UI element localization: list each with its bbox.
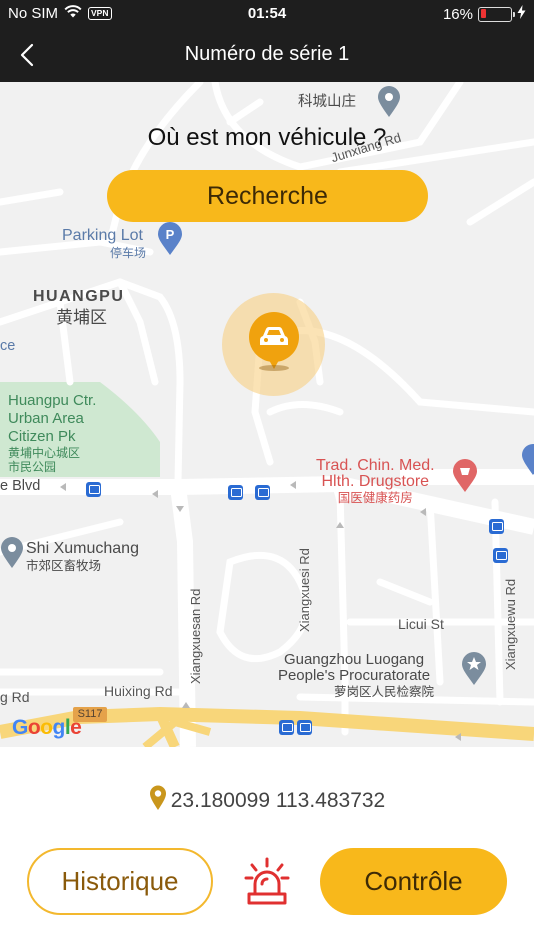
- map-heading: Où est mon véhicule ?: [147, 124, 387, 151]
- battery-icon: [478, 6, 515, 22]
- bus-stop-icon: [255, 485, 270, 500]
- map-pin-icon: [149, 785, 167, 817]
- vehicle-marker[interactable]: [222, 293, 325, 396]
- map-label-shixu-cn: 市郊区畜牧场: [26, 559, 102, 573]
- landmark-pin-icon: [461, 652, 487, 691]
- edge-pin-icon: [521, 444, 534, 481]
- bus-stop-icon: [493, 548, 508, 563]
- map-view[interactable]: 科城山庄 Junxiang Rd Où est mon véhicule ? R…: [0, 82, 534, 747]
- bus-stop-icon: [86, 482, 101, 497]
- map-label-xiangxuesan: Xiangxuesan Rd: [188, 588, 203, 684]
- bus-stop-icon: [228, 485, 243, 500]
- map-label-xiangxuesi: Xiangxuesi Rd: [297, 548, 312, 632]
- coordinates-text: 23.180099 113.483732: [170, 789, 386, 812]
- map-label-huangpu: HUANGPU: [33, 288, 125, 305]
- map-label-xiangxuewu: Xiangxuewu Rd: [503, 578, 518, 670]
- nav-bar: Numéro de série 1: [0, 28, 534, 82]
- charging-icon: [517, 5, 526, 23]
- poi-pin-icon: [0, 537, 24, 574]
- search-button[interactable]: Recherche: [107, 170, 428, 222]
- status-bar: No SIM VPN 01:54 16%: [0, 0, 534, 28]
- map-label-huixing: Huixing Rd: [104, 683, 173, 699]
- map-label-procuratorate: Guangzhou Luogang People's Procuratorate…: [277, 651, 435, 700]
- map-label-kecheng: 科城山庄: [298, 94, 356, 110]
- battery-percent: 16%: [442, 5, 473, 23]
- page-title: Numéro de série 1: [184, 43, 350, 65]
- svg-text:P: P: [166, 227, 175, 242]
- siren-icon: [244, 857, 290, 905]
- alarm-button[interactable]: [244, 856, 290, 908]
- control-button[interactable]: Contrôle: [320, 848, 507, 915]
- map-label-huangpu-cn: 黄埔区: [56, 308, 107, 327]
- bus-stop-icon: [489, 519, 504, 534]
- map-label-g-rd: g Rd: [0, 689, 30, 705]
- google-logo: Google: [12, 716, 82, 739]
- drugstore-pin-icon: [452, 459, 478, 498]
- bus-stop-icon: [279, 720, 294, 735]
- map-label-tcm: Trad. Chin. Med. Hlth. Drugstore 国医健康药房: [316, 457, 435, 506]
- map-label-parking: Parking Lot: [62, 227, 143, 244]
- map-label-shixu: Shi Xumuchang: [26, 540, 139, 557]
- top-bar: No SIM VPN 01:54 16% Numéro de série 1: [0, 0, 534, 82]
- map-label-licui: Licui St: [398, 616, 444, 632]
- map-label-blvd: e Blvd: [0, 478, 41, 494]
- bus-stop-icon: [297, 720, 312, 735]
- parking-pin-icon: P: [157, 222, 183, 261]
- car-icon: [248, 311, 299, 369]
- poi-pin-icon: [377, 86, 401, 123]
- map-label-park: Huangpu Ctr. Urban Area Citizen Pk 黄埔中心城…: [8, 392, 97, 474]
- map-label-ce: ce: [0, 338, 16, 354]
- coordinates-row: 23.180099 113.483732: [0, 785, 534, 817]
- map-label-parking-cn: 停车场: [110, 246, 147, 260]
- history-button[interactable]: Historique: [27, 848, 213, 915]
